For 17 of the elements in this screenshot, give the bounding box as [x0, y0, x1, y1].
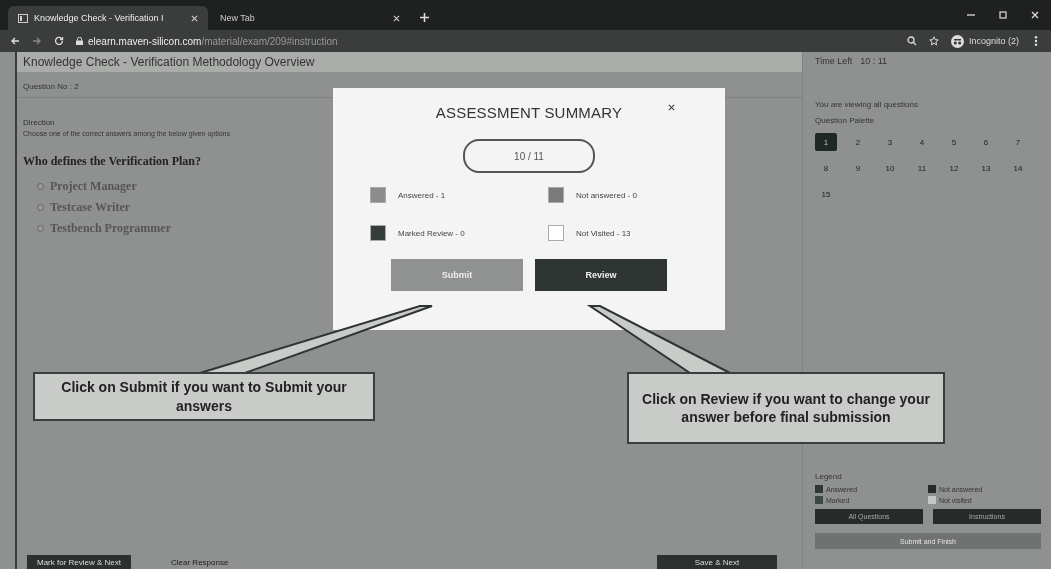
- timer-value: 10 : 11: [860, 56, 888, 68]
- time-label: Time Left: [815, 56, 853, 68]
- dialog-title: ASSESSMENT SUMMARY: [435, 104, 623, 121]
- palette-label: Question Palette: [815, 116, 876, 125]
- status-count: Not answered - 0: [576, 190, 637, 200]
- legend-label: Legend: [815, 472, 843, 481]
- question-text: Who defines the Verification Plan?: [23, 154, 201, 169]
- direction-label: Direction: [23, 118, 55, 127]
- callout-note: Click on Submit if you want to Submit your answers: [33, 372, 375, 421]
- score-pill: 10 / 11: [463, 139, 595, 173]
- status-count: Not Visited - 13: [576, 228, 631, 238]
- status-count: Marked Review - 0: [398, 228, 465, 238]
- status-count: Answered - 1: [398, 190, 446, 200]
- tab-title: New Tab: [220, 13, 255, 23]
- exam-title: Knowledge Check - Verification Methodology Overview: [17, 52, 802, 72]
- tab-title: Knowledge Check - Verification I: [34, 13, 164, 23]
- viewing-text: You are viewing all questions: [815, 100, 919, 109]
